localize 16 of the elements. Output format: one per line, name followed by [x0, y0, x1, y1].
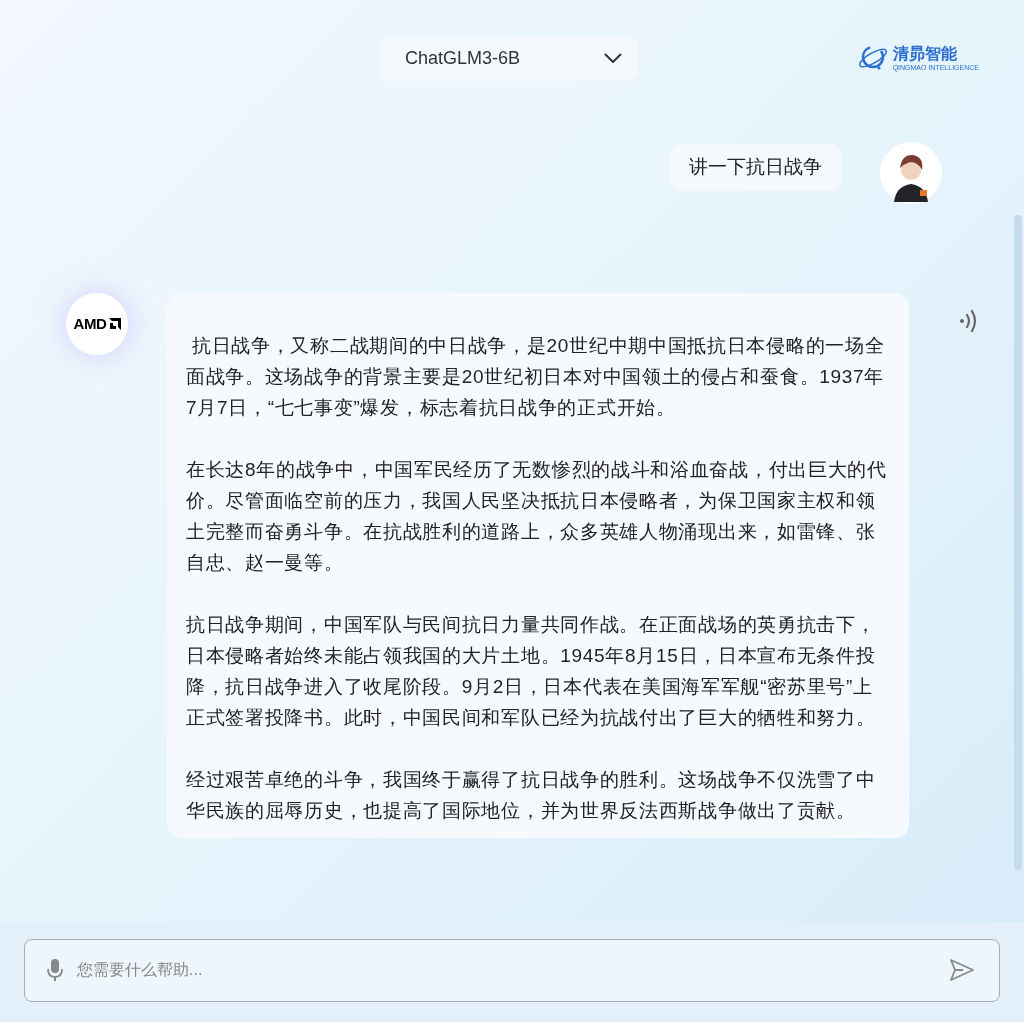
message-paragraph: 抗日战争，又称二战期间的中日战争，是20世纪中期中国抵抗日本侵略的一场全面战争。这场战争的背景主要是20世纪初日本对中国领土的侵占和蚕食。1937年7月7日，“七七事变”爆发，标志着抗日战争的正式开始。: [186, 334, 886, 420]
message-field[interactable]: 您需要什么帮助...: [77, 958, 935, 982]
avatar-icon: [880, 142, 942, 204]
message-paragraph: 经过艰苦卓绝的斗争，我国终于赢得了抗日战争的胜利。这场战争不仅洗雪了中华民族的屈辱历史，也提高了国际地位，并为世界反法西斯战争做出了贡献。: [186, 768, 877, 823]
message-paragraph: 抗日战争期间，中国军队与民间抗日力量共同作战。在正面战场的英勇抗击下，日本侵略者始终未能占领我国的大片土地。1945年8月15日，日本宣布无条件投降，抗日战争进入了收尾阶段。9月2日，日本代表在美国海军军舰“密苏里号”上正式签署投降书。此时，中国民间和军队已经为抗战付出了巨大的牺牲和努力。: [186, 613, 877, 730]
speaker-icon[interactable]: [958, 309, 978, 333]
user-message: 讲一下抗日战争: [669, 144, 842, 191]
chevron-down-icon: [604, 53, 622, 63]
message-paragraph: 在长达8年的战争中，中国军民经历了无数惨烈的战斗和浴血奋战，付出巨大的代价。尽管面临空前的压力，我国人民坚决抵抗日本侵略者，为保卫国家主权和领土完整而奋勇斗争。在抗战胜利的道路上，众多英雄人物涌现出来，如雷锋、张自忠、赵一曼等。: [186, 458, 888, 575]
avatar-text: AMD: [73, 313, 107, 334]
arrow-logo-icon: [108, 318, 121, 330]
microphone-icon[interactable]: [47, 958, 63, 982]
message-input[interactable]: 您需要什么帮助...: [24, 938, 1000, 1002]
model-dropdown[interactable]: ChatGLM3-6B: [380, 35, 638, 81]
logo-name: 清昴智能: [892, 44, 958, 63]
send-icon[interactable]: [949, 958, 975, 982]
